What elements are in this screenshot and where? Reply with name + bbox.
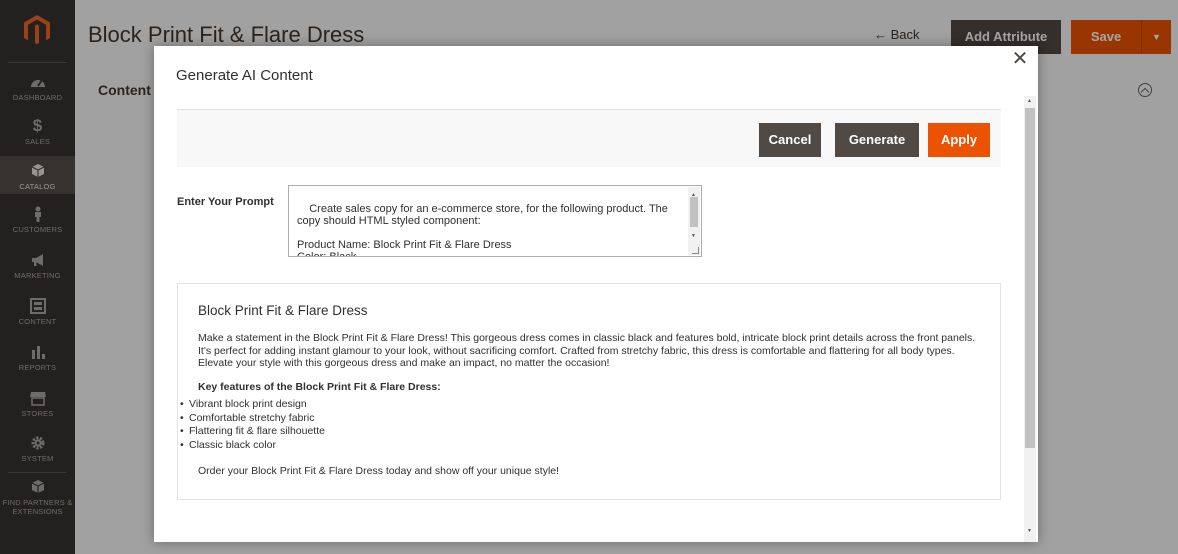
scrollbar-thumb[interactable]	[1025, 108, 1035, 448]
modal-scrollbar[interactable]: ▲ ▼	[1024, 96, 1036, 542]
generated-content-preview: Block Print Fit & Flare Dress Make a sta…	[177, 283, 1001, 500]
modal-title: Generate AI Content	[176, 67, 313, 84]
prompt-scrollbar[interactable]: ▲ ▼	[688, 187, 700, 255]
close-icon[interactable]: ✕	[1011, 49, 1029, 69]
modal-toolbar: Cancel Generate Apply	[177, 109, 1001, 167]
scroll-down-icon[interactable]: ▼	[691, 230, 696, 242]
scroll-up-icon[interactable]: ▲	[1027, 98, 1032, 104]
resize-handle-icon[interactable]	[692, 247, 699, 254]
cancel-button[interactable]: Cancel	[759, 123, 821, 157]
list-item: Classic black color	[178, 439, 325, 453]
list-item: Flattering fit & flare silhouette	[178, 425, 325, 439]
prompt-text: Create sales copy for an e-commerce stor…	[297, 203, 668, 257]
generate-ai-content-modal: Generate AI Content ✕ Cancel Generate Ap…	[154, 46, 1038, 542]
apply-button[interactable]: Apply	[928, 123, 990, 157]
scrollbar-thumb[interactable]	[690, 197, 698, 227]
prompt-textarea[interactable]: Create sales copy for an e-commerce stor…	[288, 185, 702, 257]
features-heading: Key features of the Block Print Fit & Fl…	[198, 381, 441, 393]
list-item: Vibrant block print design	[178, 398, 325, 412]
prompt-label: Enter Your Prompt	[177, 196, 274, 208]
scroll-down-icon[interactable]: ▼	[1027, 528, 1032, 534]
result-description: Make a statement in the Block Print Fit …	[198, 332, 976, 369]
list-item: Comfortable stretchy fabric	[178, 412, 325, 426]
features-list: Vibrant block print design Comfortable s…	[178, 398, 325, 452]
result-heading: Block Print Fit & Flare Dress	[198, 303, 368, 318]
generate-button[interactable]: Generate	[835, 123, 919, 157]
result-cta: Order your Block Print Fit & Flare Dress…	[198, 465, 560, 477]
